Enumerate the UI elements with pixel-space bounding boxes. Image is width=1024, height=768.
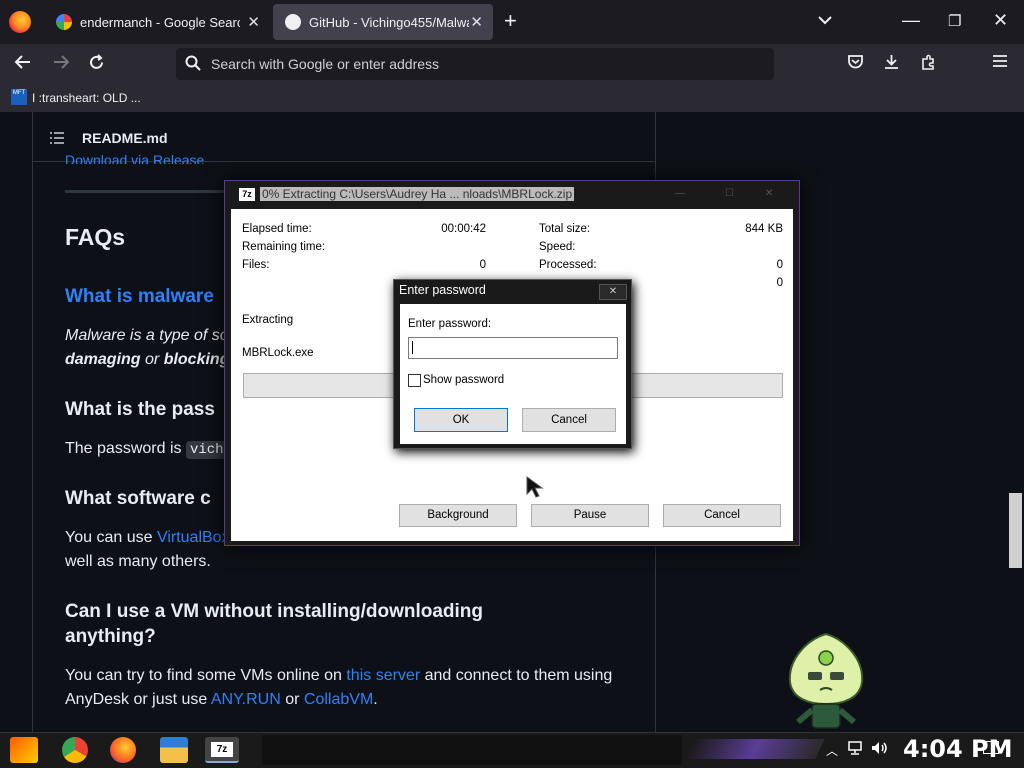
file-explorer-taskbar-icon[interactable]	[160, 737, 188, 763]
processed-value: 0	[776, 259, 783, 271]
show-password-checkbox[interactable]	[408, 374, 421, 387]
address-bar[interactable]: Search with Google or enter address	[176, 48, 774, 80]
outline-list-icon[interactable]	[50, 131, 64, 147]
processed-label: Processed:	[539, 259, 597, 271]
close-tab-icon[interactable]: ✕	[470, 13, 483, 31]
scrollbar-thumb[interactable]	[1009, 493, 1022, 568]
mouse-cursor-icon	[526, 476, 544, 498]
close-window-icon[interactable]: ✕	[993, 10, 1008, 31]
character-sticker-image	[788, 632, 864, 729]
list-all-tabs-chevron-icon[interactable]	[818, 12, 832, 28]
extensions-icon[interactable]	[920, 54, 937, 76]
faq-answer-vm-line1: You can try to find some VMs online on t…	[65, 667, 613, 684]
faqs-heading: FAQs	[65, 224, 126, 250]
volume-icon[interactable]	[871, 741, 889, 758]
7zip-title-bar[interactable]: 7z 0% Extracting C:\Users\Audrey Ha ... …	[225, 181, 799, 209]
faq-question-vm-line2: anything?	[65, 626, 156, 647]
extracting-label: Extracting	[242, 314, 294, 326]
bookmarks-toolbar	[0, 84, 1024, 112]
speed-label: Speed:	[539, 241, 576, 253]
cancel-button[interactable]: Cancel	[522, 408, 616, 432]
faq-answer-password: The password is vichi	[65, 437, 236, 462]
chrome-taskbar-icon[interactable]	[62, 737, 88, 763]
forward-arrow-icon[interactable]	[52, 54, 70, 75]
elapsed-time-label: Elapsed time:	[242, 223, 312, 235]
downloads-icon[interactable]	[883, 54, 900, 75]
7zip-minimize-icon[interactable]: —	[675, 188, 685, 199]
collabvm-link[interactable]: CollabVM	[304, 691, 373, 708]
total-size-value: 844 KB	[745, 223, 783, 235]
7zip-maximize-icon[interactable]: ☐	[725, 188, 734, 199]
taskbar-wallpaper-strip	[262, 735, 682, 765]
new-tab-plus-icon[interactable]: +	[504, 10, 517, 32]
7zip-close-icon[interactable]: ✕	[765, 188, 773, 199]
restore-icon[interactable]: ❐	[948, 12, 961, 30]
close-tab-icon[interactable]: ✕	[247, 13, 260, 31]
pocket-icon[interactable]	[847, 54, 864, 75]
firefox-logo-icon[interactable]	[9, 11, 31, 33]
ok-button[interactable]: OK	[414, 408, 508, 432]
password-prompt-label: Enter password:	[408, 318, 492, 330]
tab-google-search[interactable]: endermanch - Google Search ✕	[44, 4, 270, 40]
pause-button[interactable]: Pause	[531, 504, 649, 527]
cancel-extraction-button[interactable]: Cancel	[663, 504, 781, 527]
tab-title: endermanch - Google Search	[80, 14, 240, 30]
google-favicon-icon	[56, 14, 72, 30]
bookmark-item[interactable]: I :transheart: OLD ...	[32, 91, 141, 105]
elapsed-time-value: 00:00:42	[441, 223, 486, 235]
background-button[interactable]: Background	[399, 504, 517, 527]
tab-github[interactable]: GitHub - Vichingo455/Malwar ✕	[273, 4, 493, 40]
taskbar-decoration	[685, 739, 825, 759]
address-placeholder: Search with Google or enter address	[211, 56, 440, 72]
faq-answer-malware-line1: Malware is a type of sof	[65, 327, 234, 344]
faq-answer-malware-line2: damaging or blocking	[65, 351, 230, 368]
7zip-window-title: 0% Extracting C:\Users\Audrey Ha ... nlo…	[260, 187, 575, 201]
faq-answer-vm-line2: AnyDesk or just use ANY.RUN or CollabVM.	[65, 691, 378, 708]
download-link-partial[interactable]: Download via Release	[65, 152, 204, 164]
password-dialog-title: Enter password	[399, 283, 486, 297]
notifications-icon[interactable]	[983, 741, 999, 754]
faq-question-malware[interactable]: What is malware	[65, 284, 214, 310]
password-dialog-body: Enter password: Show password OK Cancel	[400, 304, 626, 444]
current-file-name: MBRLock.exe	[242, 347, 314, 359]
network-icon[interactable]	[847, 741, 863, 758]
faq-question-vm-line1: Can I use a VM without installing/downlo…	[65, 601, 483, 622]
faq-answer-software-line2: well as many others.	[65, 553, 211, 570]
faq-question-software: What software c	[65, 488, 211, 509]
tab-title: GitHub - Vichingo455/Malwar	[309, 14, 469, 30]
anyrun-link[interactable]: ANY.RUN	[211, 691, 281, 708]
faq-question-password: What is the pass	[65, 399, 215, 420]
password-dialog-close-icon[interactable]: ✕	[599, 284, 627, 300]
search-icon	[185, 55, 201, 75]
text-caret	[412, 341, 413, 354]
page-scrollbar[interactable]	[1007, 112, 1024, 732]
tray-overflow-chevron-icon[interactable]: ︿	[826, 742, 838, 759]
reload-icon[interactable]	[88, 54, 105, 76]
7zip-app-icon: 7z	[239, 188, 255, 201]
start-menu-icon[interactable]	[10, 737, 38, 763]
password-input[interactable]	[408, 337, 618, 359]
packed-size-value: 0	[776, 277, 783, 289]
this-server-link[interactable]: this server	[346, 667, 420, 684]
show-password-label[interactable]: Show password	[423, 374, 504, 386]
total-size-label: Total size:	[539, 223, 591, 235]
bookmark-favicon-icon: MFT	[11, 89, 27, 105]
faq-answer-software-line1: You can use VirtualBox	[65, 529, 230, 546]
virtualbox-link[interactable]: VirtualBox	[157, 529, 230, 546]
github-favicon-icon	[285, 14, 301, 30]
remaining-time-label: Remaining time:	[242, 241, 326, 253]
minimize-icon[interactable]: —	[902, 10, 920, 31]
enter-password-dialog: Enter password ✕ Enter password: Show pa…	[393, 279, 632, 449]
menu-hamburger-icon[interactable]	[992, 54, 1008, 73]
readme-filename: README.md	[82, 130, 168, 146]
files-value: 0	[479, 259, 486, 271]
7zip-taskbar-icon[interactable]: 7z	[205, 737, 239, 763]
back-arrow-icon[interactable]	[14, 54, 32, 75]
files-label: Files:	[242, 259, 270, 271]
firefox-taskbar-icon[interactable]	[110, 737, 136, 763]
